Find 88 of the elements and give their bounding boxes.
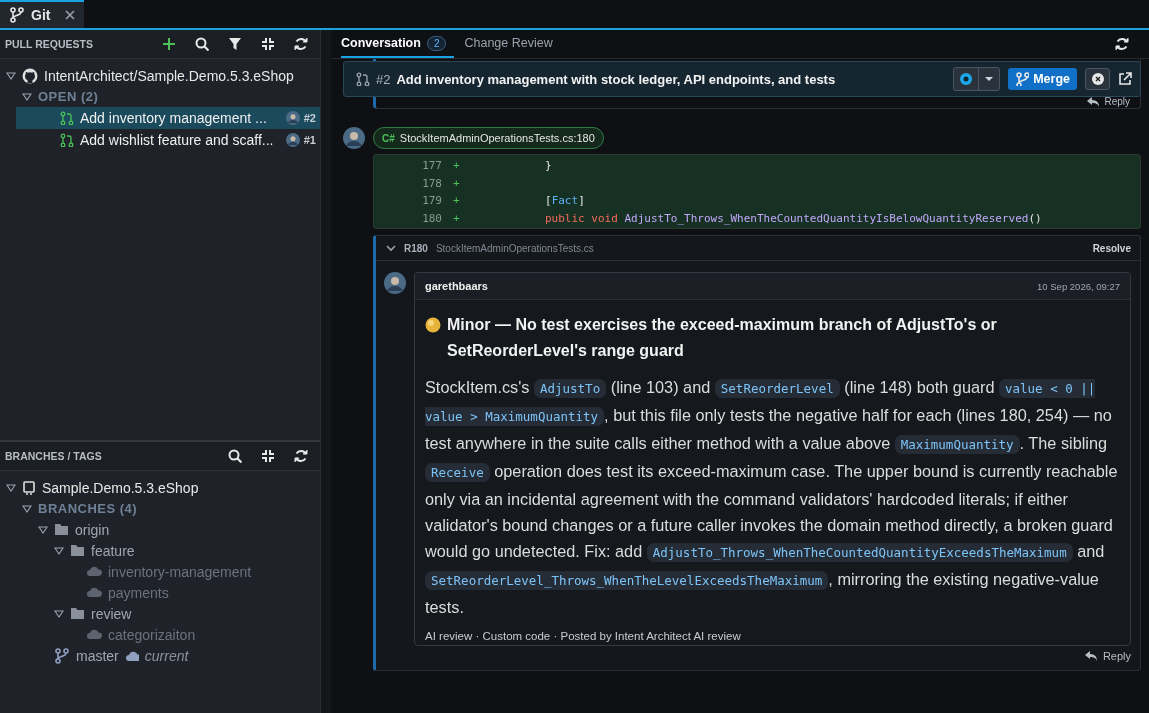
panel-title: PULL REQUESTS — [5, 38, 93, 50]
reply-icon — [1083, 650, 1098, 662]
severity-dot-icon — [425, 317, 441, 333]
expanded-triangle-icon[interactable] — [22, 91, 32, 102]
pull-request-item[interactable]: Add inventory management ... #2 — [16, 107, 320, 129]
filter-icon[interactable] — [228, 37, 242, 51]
line-number: 180 — [421, 211, 442, 225]
status-dropdown[interactable] — [953, 67, 1001, 91]
folder-icon — [54, 522, 69, 537]
diff-sign: + — [452, 159, 461, 173]
conversation-tab[interactable]: Conversation 2 — [341, 30, 455, 58]
close-button[interactable] — [1085, 68, 1110, 90]
refresh-icon[interactable] — [294, 449, 308, 463]
line-number: 178 — [421, 176, 442, 190]
pull-request-icon — [60, 133, 74, 147]
remote-branch-name: payments — [108, 584, 169, 601]
pr-title: Add inventory management with stock ledger, API endpoints, and tests — [396, 71, 836, 87]
file-name: StockItemAdminOperationsTests.cs — [435, 242, 594, 254]
reply-button[interactable]: Reply — [1087, 96, 1130, 107]
expanded-triangle-icon[interactable] — [22, 503, 32, 514]
diff-sign: + — [452, 194, 461, 208]
folder-name: review — [91, 605, 132, 622]
folder-name: origin — [75, 521, 110, 538]
refresh-icon[interactable] — [1115, 37, 1129, 51]
code-line: } — [544, 159, 552, 173]
resolve-button[interactable]: Resolve — [1092, 242, 1131, 254]
folder-name: feature — [91, 542, 135, 559]
author-name: garethbaars — [425, 280, 488, 292]
comment-body: StockItem.cs's AdjustTo (line 103) and SetReorderLevel (line 148) both guard value < 0 || value > MaximumQuantity , but this file only tests the negative half for each (lines 180, 254) — no test anywhere in the suite calls either method with a value above MaximumQuantity . The sibling Receive operation does test its exceed-maximum case. The upper bound is currently reachable only via an incidental agreement with the command validators' hardcoded literals; if either validator's bound changes or a future caller invokes the domain method directly, a broken guard would go undetected. Fix: add AdjustTo_Throws_WhenTheCountedQuantityExceedsTheMaximum and SetReorderLevel_Throws_WhenTheLevelExceedsTheMaximum , mirroring the existing negative-value tests. — [425, 377, 1119, 618]
repository-icon — [22, 480, 36, 495]
expanded-triangle-icon[interactable] — [38, 524, 48, 535]
diff-sign: + — [452, 211, 461, 225]
external-link-icon[interactable] — [1118, 72, 1132, 86]
reply-button[interactable]: Reply — [1083, 646, 1131, 666]
branch-status: current — [144, 647, 189, 664]
pull-request-item[interactable]: Add wishlist feature and scaff... #1 — [16, 129, 320, 151]
avatar-icon — [384, 272, 406, 294]
avatar-icon — [343, 127, 365, 149]
expanded-triangle-icon[interactable] — [54, 545, 64, 556]
language-label: C# — [382, 132, 395, 144]
branch-name: master — [76, 647, 119, 664]
pr-number: #2 — [376, 71, 391, 87]
collapse-icon[interactable] — [261, 37, 275, 51]
repository-logo-icon — [22, 67, 38, 84]
count-badge: 2 — [426, 35, 447, 51]
remote-branch-name: categorizaiton — [108, 626, 196, 643]
folder-icon — [70, 606, 85, 621]
line-number: 179 — [421, 194, 442, 208]
group-label: BRANCHES (4) — [38, 501, 138, 516]
timestamp: 10 Sep 2026, 09:27 — [1037, 280, 1120, 292]
search-icon[interactable] — [195, 37, 209, 51]
line-number: 177 — [421, 159, 442, 173]
line-reference: R180 — [404, 242, 428, 254]
pr-number: #2 — [303, 112, 316, 124]
refresh-icon[interactable] — [294, 37, 308, 51]
code-line: public void AdjustTo_Throws_WhenTheCountedQuantityIsBelowQuantityReserved() — [544, 211, 1042, 225]
pull-request-icon — [60, 111, 74, 125]
close-icon — [1091, 73, 1104, 85]
avatar-icon — [285, 111, 300, 125]
chevron-down-icon[interactable] — [386, 243, 396, 253]
expanded-triangle-icon[interactable] — [6, 482, 16, 493]
branch-icon — [9, 7, 25, 23]
close-icon[interactable] — [64, 9, 77, 21]
branch-icon — [1015, 72, 1030, 86]
avatar-icon — [285, 133, 300, 147]
folder-icon — [70, 543, 85, 558]
git-tab[interactable]: Git — [0, 0, 85, 28]
expanded-triangle-icon[interactable] — [54, 608, 64, 619]
expanded-triangle-icon[interactable] — [6, 70, 16, 81]
search-icon[interactable] — [228, 449, 242, 463]
merge-button[interactable]: Merge — [1008, 68, 1077, 90]
pull-request-icon — [356, 72, 370, 86]
comment-footer: AI review · Custom code · Posted by Intent Architect AI review — [425, 630, 1120, 642]
group-label: OPEN (2) — [38, 89, 99, 104]
code-line: [Fact] — [544, 194, 585, 208]
repository-name: Sample.Demo.5.3.eShop — [42, 479, 199, 496]
collapse-icon[interactable] — [261, 449, 275, 463]
conversation-tab[interactable]: Change Review — [464, 30, 561, 58]
reply-icon — [1087, 96, 1100, 107]
pr-number: #1 — [303, 134, 316, 146]
diff-sign: + — [452, 176, 461, 190]
remote-branch-name: inventory-management — [108, 563, 252, 580]
add-icon[interactable] — [162, 37, 176, 51]
branch-icon — [54, 647, 70, 664]
panel-title: BRANCHES / TAGS — [5, 450, 102, 462]
comment-title: Minor — No test exercises the exceed-maximum branch of AdjustTo's or SetReorderLevel's range guard — [447, 315, 998, 361]
file-reference[interactable]: C# StockItemAdminOperationsTests.cs:180 — [373, 127, 604, 149]
repository-name: IntentArchitect/Sample.Demo.5.3.eShop — [44, 67, 294, 84]
